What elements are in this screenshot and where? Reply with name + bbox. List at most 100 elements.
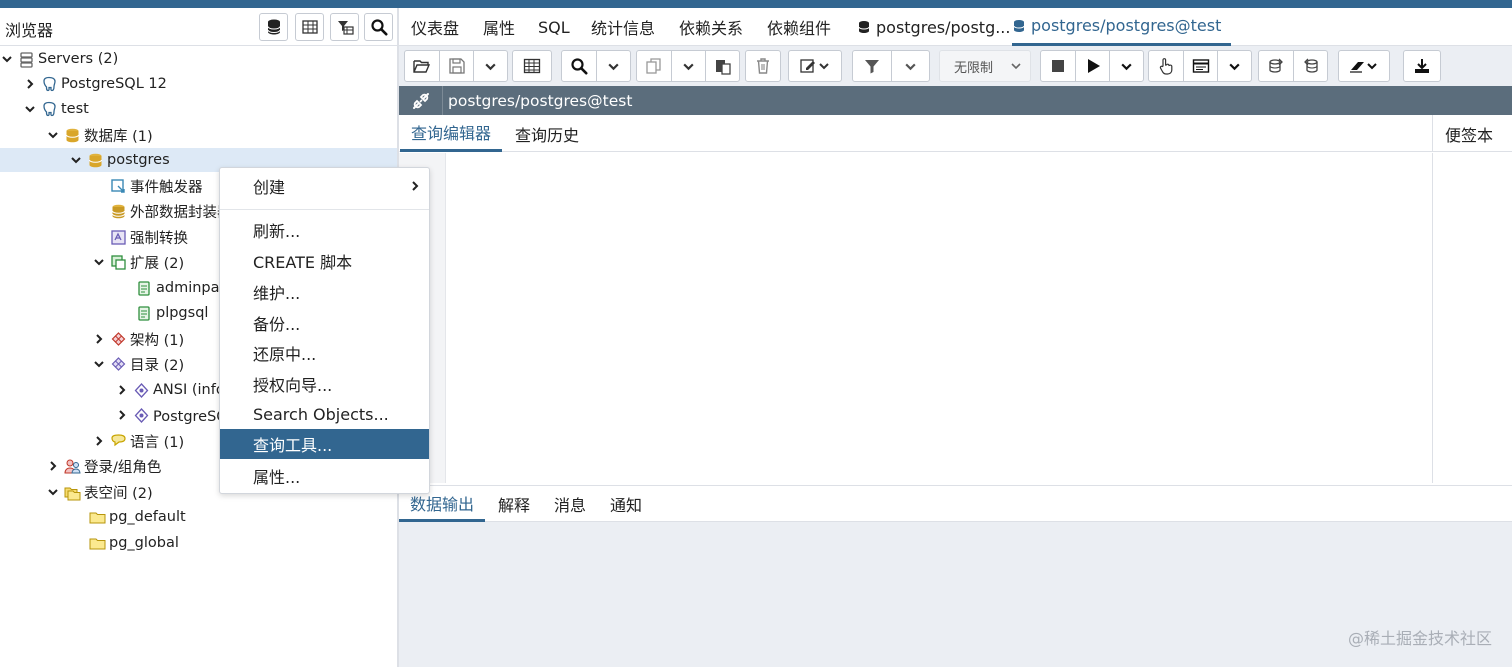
watermark: @稀土掘金技术社区 <box>1347 629 1492 648</box>
menu-item-refresh[interactable]: 刷新... <box>220 215 429 245</box>
connection-icon[interactable] <box>399 86 443 115</box>
foreign-data-icon <box>110 203 127 220</box>
play-icon <box>1087 59 1100 73</box>
chevron-right-icon[interactable] <box>92 434 106 448</box>
menu-item-properties[interactable]: 属性... <box>220 461 429 491</box>
tab-query-history[interactable]: 查询历史 <box>504 115 590 152</box>
clipboard-group <box>636 50 740 82</box>
chevron-right-icon[interactable] <box>46 459 60 473</box>
tab-messages[interactable]: 消息 <box>543 486 597 522</box>
find-button[interactable] <box>562 51 596 81</box>
tree-node-label: 扩展 (2) <box>130 255 185 272</box>
menu-item-label: 备份... <box>253 315 301 334</box>
catalog-item-icon <box>133 382 150 399</box>
tab-properties[interactable]: 属性 <box>483 8 515 46</box>
tree-node-pg-default[interactable]: pg_default <box>0 505 398 529</box>
menu-item-backup[interactable]: 备份... <box>220 308 429 338</box>
chevron-down-icon <box>905 63 916 70</box>
tab-explain[interactable]: 解释 <box>487 486 541 522</box>
explain-button[interactable] <box>1149 51 1183 81</box>
menu-item-grant-wizard[interactable]: 授权向导... <box>220 369 429 399</box>
database-icon <box>857 20 871 34</box>
elephant-icon <box>41 76 58 93</box>
menu-item-label: 属性... <box>253 468 301 487</box>
chevron-down-icon[interactable] <box>92 357 106 371</box>
chevron-down-icon <box>1229 63 1240 70</box>
explain-analyze-button[interactable] <box>1183 51 1217 81</box>
explain-options-button[interactable] <box>1217 51 1251 81</box>
tab-scratch-pad[interactable]: 便签本 <box>1432 115 1512 152</box>
tree-node-label: test <box>61 101 89 117</box>
commit-button[interactable] <box>1259 51 1293 81</box>
filter-rows-button[interactable] <box>330 13 359 41</box>
open-file-button[interactable] <box>405 51 439 81</box>
tree-node-postgresql-12[interactable]: PostgreSQL 12 <box>0 72 398 96</box>
menu-item-create-script[interactable]: CREATE 脚本 <box>220 246 429 276</box>
filter-options-button[interactable] <box>891 51 929 81</box>
tree-node-test[interactable]: test <box>0 97 398 121</box>
tab-dependencies[interactable]: 依赖关系 <box>679 8 743 46</box>
menu-item-query-tool[interactable]: 查询工具... <box>220 429 429 459</box>
tree-node-pg-global[interactable]: pg_global <box>0 531 398 555</box>
tree-node-databases[interactable]: 数据库 (1) <box>0 123 398 147</box>
tab-query-editor[interactable]: 查询编辑器 <box>400 115 503 152</box>
edit-options-button[interactable] <box>789 51 841 81</box>
menu-item-maintenance[interactable]: 维护... <box>220 277 429 307</box>
chevron-down-icon[interactable] <box>0 52 14 66</box>
copy-icon <box>646 58 661 74</box>
window-list-icon <box>1192 59 1209 73</box>
tab-dependents[interactable]: 依赖组件 <box>767 8 831 46</box>
connection-bar[interactable]: postgres/postgres@test <box>399 86 1512 115</box>
tree-node-label: plpgsql <box>156 305 209 321</box>
tree-node-label: 表空间 (2) <box>84 485 153 502</box>
chevron-down-icon[interactable] <box>46 128 60 142</box>
copy-options-button[interactable] <box>671 51 705 81</box>
data-output-area[interactable]: @稀土掘金技术社区 <box>399 522 1512 667</box>
view-data-button[interactable] <box>295 13 324 41</box>
tab-query-tool-1[interactable]: postgres/postg... <box>857 8 1010 46</box>
save-button[interactable] <box>439 51 473 81</box>
delete-button[interactable] <box>746 51 780 81</box>
chevron-right-icon[interactable] <box>115 383 129 397</box>
tab-label: 依赖关系 <box>679 19 744 38</box>
chevron-down-icon[interactable] <box>23 102 37 116</box>
edit-grid-button[interactable] <box>513 51 551 81</box>
execute-button[interactable] <box>1075 51 1109 81</box>
find-options-button[interactable] <box>596 51 630 81</box>
chevron-down-icon[interactable] <box>69 153 83 167</box>
tab-label: 查询编辑器 <box>411 124 492 143</box>
filter-button[interactable] <box>853 51 891 81</box>
menu-item-search-objects[interactable]: Search Objects... <box>220 399 429 429</box>
tab-sql[interactable]: SQL <box>538 8 570 46</box>
sql-editor[interactable] <box>399 153 1432 483</box>
rollback-button[interactable] <box>1293 51 1327 81</box>
database-icon <box>1012 19 1026 33</box>
download-button[interactable] <box>1404 51 1440 81</box>
hand-pointer-icon <box>1159 58 1173 75</box>
copy-button[interactable] <box>637 51 671 81</box>
stop-button[interactable] <box>1041 51 1075 81</box>
chevron-right-icon[interactable] <box>23 77 37 91</box>
chevron-right-icon[interactable] <box>92 332 106 346</box>
chevron-down-icon[interactable] <box>46 485 60 499</box>
tab-notifications[interactable]: 通知 <box>599 486 653 522</box>
object-explorer-button[interactable] <box>259 13 288 41</box>
tree-node-servers[interactable]: Servers (2) <box>0 47 398 71</box>
search-button[interactable] <box>364 13 393 41</box>
editor-tab-bar: 查询编辑器 查询历史 <box>399 115 1512 152</box>
save-options-button[interactable] <box>473 51 507 81</box>
menu-item-create[interactable]: 创建 <box>220 171 429 201</box>
menu-item-restore[interactable]: 还原中... <box>220 338 429 368</box>
tab-query-tool-active[interactable]: postgres/postgres@test <box>1012 8 1232 46</box>
tab-dashboard[interactable]: 仪表盘 <box>411 8 459 46</box>
chevron-down-icon[interactable] <box>92 255 106 269</box>
connection-label: postgres/postgres@test <box>448 91 633 110</box>
tab-statistics[interactable]: 统计信息 <box>591 8 655 46</box>
execute-options-button[interactable] <box>1109 51 1143 81</box>
scratch-pad-area[interactable] <box>1432 153 1512 483</box>
clear-options-button[interactable] <box>1339 51 1389 81</box>
paste-button[interactable] <box>705 51 739 81</box>
query-toolbar: 无限制 <box>399 46 1512 86</box>
chevron-right-icon[interactable] <box>115 408 129 422</box>
row-limit-select[interactable]: 无限制 <box>939 50 1031 82</box>
